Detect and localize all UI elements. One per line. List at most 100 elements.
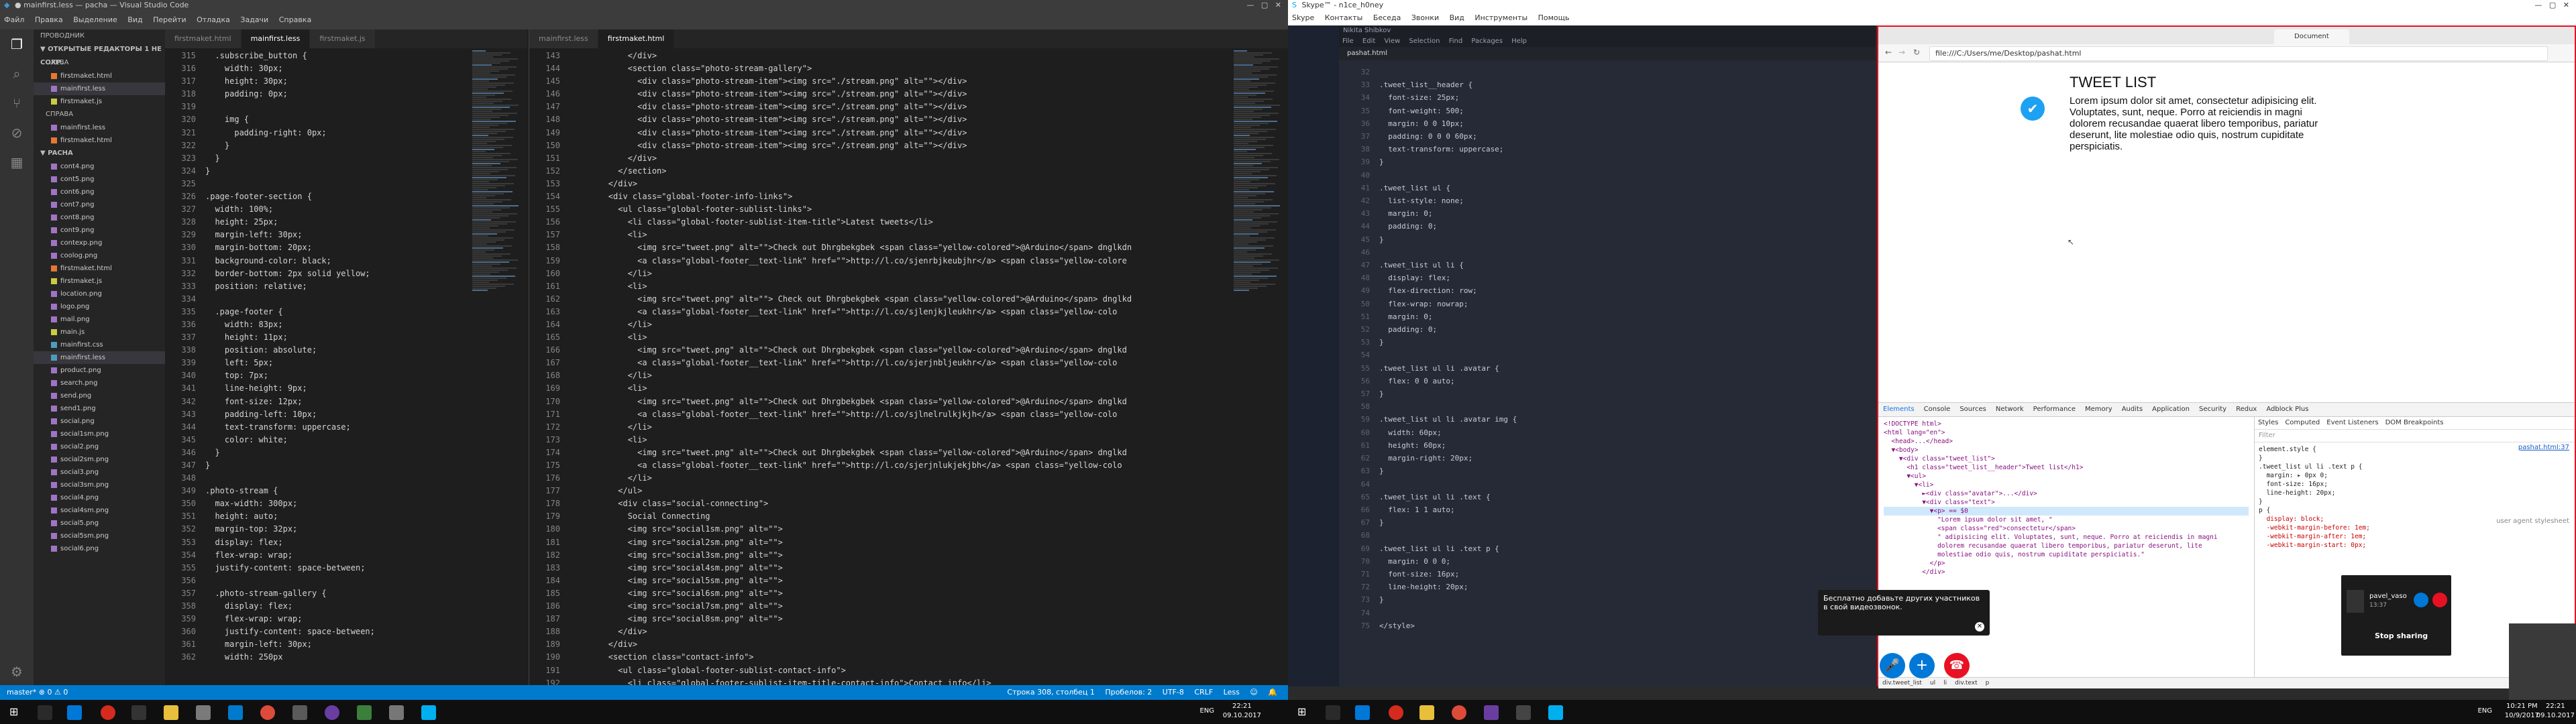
gear-icon[interactable]: ⚙ (0, 657, 34, 686)
menu-edit[interactable]: Edit (1362, 38, 1375, 45)
devtools-tab[interactable]: Elements (1883, 406, 1915, 413)
devtools-tab[interactable]: Audits (2122, 406, 2143, 413)
stop-sharing-button[interactable]: Stop sharing (2375, 631, 2428, 640)
feedback-icon[interactable]: ☺ (1250, 688, 1257, 697)
open-editor-item[interactable]: firstmaket.html (34, 70, 165, 82)
tab-mainfirst-less-right[interactable]: mainfirst.less (529, 29, 598, 48)
file-tree-item[interactable]: social.png (34, 415, 165, 428)
tab-firstmaket-js[interactable]: firstmaket.js (310, 29, 376, 48)
dom-node[interactable]: </p> (1884, 559, 2249, 568)
menu-tasks[interactable]: Задачи (240, 15, 268, 24)
dom-node[interactable]: <span class="red">consectetur</span> (1884, 524, 2249, 533)
dom-node[interactable]: ▼<ul> (1884, 472, 2249, 481)
search-icon[interactable]: ⌕ (0, 59, 34, 88)
menu-calls[interactable]: Звонки (1411, 13, 1439, 22)
menu-debug[interactable]: Отладка (197, 15, 230, 24)
styles-side-tab[interactable]: Event Listeners (2326, 419, 2378, 426)
file-tree-item[interactable]: logo.png (34, 300, 165, 313)
file-tree-item[interactable]: social4sm.png (34, 504, 165, 517)
clock-secondary[interactable]: 22:21 09.10.2017 (2536, 702, 2575, 721)
breadcrumb-item[interactable]: div.text (1955, 680, 1977, 686)
style-rule-line[interactable]: -webkit-margin-after: 1em; (2259, 532, 2571, 541)
files-icon[interactable]: ❐ (0, 29, 34, 59)
devtools-tab[interactable]: Adblock Plus (2266, 406, 2308, 413)
menu-view[interactable]: Вид (1450, 13, 1464, 22)
file-tree-item[interactable]: social3.png (34, 466, 165, 479)
code-area-right[interactable]: 143 </div> 144 <section class="photo-stre… (529, 50, 1227, 686)
language-indicator[interactable]: ENG (1199, 707, 1214, 715)
file-tree-item[interactable]: cont7.png (34, 198, 165, 211)
style-rule-line[interactable]: -webkit-margin-start: 0px; (2259, 541, 2571, 550)
dom-node[interactable]: ▼<li> (1884, 481, 2249, 489)
source-control-icon[interactable]: ⑂ (0, 88, 34, 118)
style-rule-line[interactable]: margin: ▸ 0px 0; (2259, 471, 2571, 480)
end-call-icon[interactable] (2432, 593, 2447, 607)
devtools-tab[interactable]: Sources (1960, 406, 1986, 413)
menu-help[interactable]: Help (1511, 38, 1527, 45)
chrome-icon[interactable] (260, 705, 275, 720)
url-field[interactable]: file:///C:/Users/me/Desktop/pashat.html (1929, 46, 2548, 61)
file-tree-item[interactable]: social2sm.png (34, 453, 165, 466)
vscode-icon[interactable] (228, 705, 243, 720)
edge-icon[interactable] (1355, 705, 1370, 720)
styles-side-tab[interactable]: Computed (2285, 419, 2320, 426)
reload-icon[interactable]: ↻ (1913, 48, 1920, 57)
clock[interactable]: 10:21 PM 10/9/2017 (2505, 702, 2539, 721)
dom-node[interactable]: </div> (1884, 568, 2249, 577)
window-controls[interactable]: — ▢ ✕ (2534, 0, 2569, 11)
breadcrumb-item[interactable]: ul (1930, 680, 1935, 686)
file-tree-item[interactable]: mainfirst.less (34, 351, 165, 364)
dom-node[interactable]: ▼<div class="tweet_list"> (1884, 455, 2249, 463)
devtools-tab[interactable]: Application (2152, 406, 2190, 413)
style-rule-line[interactable]: line-height: 20px; (2259, 489, 2571, 497)
menu-packages[interactable]: Packages (1471, 38, 1503, 45)
file-tree-item[interactable]: send1.png (34, 402, 165, 415)
app-icon[interactable] (1484, 705, 1499, 720)
explorer-icon[interactable] (1419, 705, 1434, 720)
menu-file[interactable]: File (1342, 38, 1354, 45)
line-endings[interactable]: CRLF (1194, 688, 1213, 697)
close-icon[interactable]: ✕ (1975, 622, 1984, 631)
folder-header[interactable]: ▼ PACHA (34, 147, 165, 160)
dom-node[interactable]: "Lorem ipsum dolor sit amet, " (1884, 516, 2249, 524)
tab-firstmaket-html-right[interactable]: firstmaket.html (598, 29, 675, 48)
file-tree-item[interactable]: product.png (34, 364, 165, 377)
skype-icon[interactable] (1548, 705, 1563, 720)
file-tree-item[interactable]: social5.png (34, 517, 165, 530)
language-indicator[interactable]: ENG (2477, 707, 2492, 715)
windows-start-icon[interactable]: ⊞ (9, 705, 24, 720)
chrome-icon[interactable] (1452, 705, 1466, 720)
dom-node[interactable]: <h1 class="tweet_list__header">Tweet lis… (1884, 463, 2249, 472)
devtools-tab[interactable]: Redux (2236, 406, 2257, 413)
minimap-left[interactable] (472, 50, 519, 686)
file-tree-item[interactable]: firstmaket.html (34, 262, 165, 275)
back-icon[interactable]: ← (1885, 48, 1892, 57)
debug-icon[interactable]: ⊘ (0, 118, 34, 147)
file-tree-item[interactable]: social2.png (34, 440, 165, 453)
open-editor-item[interactable]: firstmaket.js (34, 95, 165, 108)
open-editor-item[interactable]: mainfirst.less (34, 121, 165, 134)
style-rule-line[interactable]: } (2259, 497, 2571, 506)
code-area-left[interactable]: 315 .subscribe_button {316 width: 30px; 3… (165, 50, 467, 686)
cursor-position[interactable]: Строка 308, столбец 1 (1007, 688, 1094, 697)
dom-node[interactable]: ▼<p> == $0 (1884, 507, 2249, 516)
shared-editor-tab[interactable]: pashat.html (1339, 47, 1876, 60)
style-rule-line[interactable]: p { (2259, 506, 2571, 515)
dom-node[interactable]: <html lang="en"> (1884, 428, 2249, 437)
clock[interactable]: 22:21 09.10.2017 (1223, 702, 1261, 721)
app-icon[interactable] (196, 705, 211, 720)
tab-firstmaket-html[interactable]: firstmaket.html (165, 29, 241, 48)
menu-contacts[interactable]: Контакты (1325, 13, 1363, 22)
menu-tools[interactable]: Инструменты (1474, 13, 1527, 22)
style-source-link[interactable]: pashat.html:37 (2518, 444, 2569, 451)
dom-node[interactable]: <!DOCTYPE html> (1884, 420, 2249, 428)
file-tree-item[interactable]: cont9.png (34, 224, 165, 237)
dom-node[interactable]: ▼<div class="text"> (1884, 498, 2249, 507)
menu-edit[interactable]: Правка (35, 15, 63, 24)
app-icon[interactable] (389, 705, 404, 720)
indentation[interactable]: Пробелов: 2 (1105, 688, 1152, 697)
menu-view[interactable]: View (1384, 38, 1400, 45)
file-tree-item[interactable]: location.png (34, 288, 165, 300)
explorer-icon[interactable] (164, 705, 178, 720)
menu-help[interactable]: Справка (279, 15, 311, 24)
